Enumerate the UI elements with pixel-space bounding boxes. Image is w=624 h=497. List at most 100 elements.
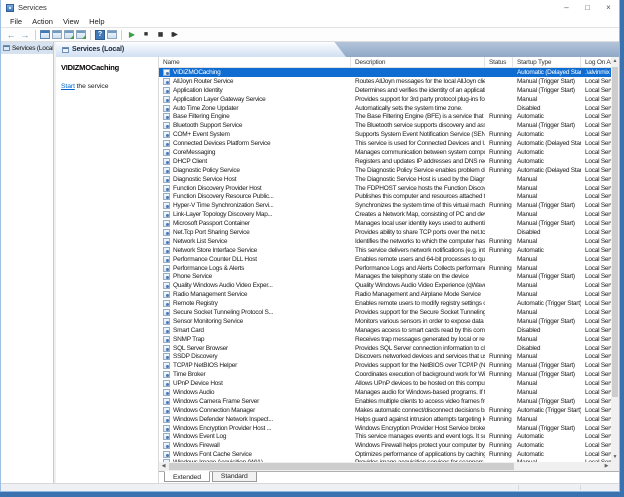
help-button[interactable]: ? (95, 30, 105, 40)
table-row[interactable]: Microsoft Passport Container Manages loc… (159, 219, 611, 228)
table-row[interactable]: Diagnostic Service Host The Diagnostic S… (159, 175, 611, 184)
service-description: Manages local user identity keys used to… (351, 220, 485, 227)
console-tree-pane: Services (Local) (1, 42, 54, 483)
service-gear-icon (163, 442, 170, 449)
service-name: Remote Registry (173, 300, 218, 307)
menu-help[interactable]: Help (84, 17, 109, 26)
extended-view-button[interactable] (107, 30, 117, 39)
menu-view[interactable]: View (58, 17, 84, 26)
column-header-name[interactable]: Name (159, 57, 351, 68)
back-button[interactable]: ← (5, 29, 17, 41)
show-console-tree-button[interactable] (40, 30, 50, 39)
table-row[interactable]: Windows Camera Frame Server Enables mult… (159, 397, 611, 406)
table-row[interactable]: Hyper-V Time Synchronization Servi... Sy… (159, 201, 611, 210)
scroll-left-arrow[interactable]: ◀ (159, 462, 168, 471)
scroll-up-arrow[interactable]: ▲ (611, 57, 619, 66)
table-row[interactable]: Windows Event Log This service manages e… (159, 433, 611, 442)
table-row[interactable]: Windows Font Cache Service Optimizes per… (159, 450, 611, 459)
table-row[interactable]: Diagnostic Policy Service The Diagnostic… (159, 166, 611, 175)
horizontal-scroll-thumb[interactable] (169, 463, 514, 470)
start-service-button[interactable]: ▶ (126, 29, 138, 41)
service-log-on-as: Local Service (581, 398, 611, 405)
table-row[interactable]: Network Store Interface Service This ser… (159, 246, 611, 255)
window-title: Services (18, 3, 47, 12)
vertical-scroll-thumb[interactable] (612, 67, 618, 397)
table-row[interactable]: AllJoyn Router Service Routes AllJoyn me… (159, 77, 611, 86)
table-row[interactable]: Radio Management Service Radio Managemen… (159, 290, 611, 299)
service-status: Running (485, 433, 513, 440)
horizontal-scrollbar[interactable]: ◀ ▶ (159, 462, 611, 471)
table-row[interactable]: Function Discovery Provider Host The FDP… (159, 184, 611, 193)
forward-button[interactable]: → (19, 29, 31, 41)
properties-button[interactable] (52, 30, 62, 39)
tab-extended[interactable]: Extended (164, 471, 210, 482)
table-row[interactable]: Function Discovery Resource Public... Pu… (159, 192, 611, 201)
table-row[interactable]: Link-Layer Topology Discovery Map... Cre… (159, 210, 611, 219)
restart-service-button[interactable]: ▮▶ (168, 29, 180, 41)
table-row[interactable]: Auto Time Zone Updater Automatically set… (159, 104, 611, 113)
table-row[interactable]: Quality Windows Audio Video Exper... Qua… (159, 281, 611, 290)
stop-service-button[interactable]: ■ (140, 29, 152, 41)
table-row[interactable]: Net.Tcp Port Sharing Service Provides ab… (159, 228, 611, 237)
table-row[interactable]: VIDIZMOCaching Automatic (Delayed Start)… (159, 68, 611, 77)
service-description: This service is used for Connected Devic… (351, 140, 485, 147)
column-header-status[interactable]: Status (485, 57, 513, 68)
column-header-startup-type[interactable]: Startup Type (513, 57, 581, 68)
service-gear-icon (163, 273, 170, 280)
start-service-link[interactable]: Start (61, 83, 75, 90)
table-row[interactable]: SNMP Trap Receives trap messages generat… (159, 335, 611, 344)
service-log-on-as: Local Service (581, 105, 611, 112)
table-row[interactable]: Performance Counter DLL Host Enables rem… (159, 255, 611, 264)
table-row[interactable]: Windows Encryption Provider Host ... Win… (159, 424, 611, 433)
service-gear-icon (163, 193, 170, 200)
table-row[interactable]: Windows Audio Manages audio for Windows-… (159, 388, 611, 397)
table-row[interactable]: Windows Firewall Windows Firewall helps … (159, 441, 611, 450)
table-row[interactable]: Connected Devices Platform Service This … (159, 139, 611, 148)
refresh-button[interactable] (64, 30, 74, 39)
scroll-down-arrow[interactable]: ▼ (611, 453, 619, 462)
table-row[interactable]: Performance Logs & Alerts Performance Lo… (159, 264, 611, 273)
export-list-button[interactable] (76, 30, 86, 39)
table-row[interactable]: Application Identity Determines and veri… (159, 86, 611, 95)
column-header-log-on-as[interactable]: Log On As (581, 57, 615, 68)
table-row[interactable]: Windows Connection Manager Makes automat… (159, 406, 611, 415)
maximize-button[interactable]: □ (577, 0, 598, 15)
table-row[interactable]: Base Filtering Engine The Base Filtering… (159, 112, 611, 121)
service-startup-type: Automatic (513, 247, 581, 254)
table-row[interactable]: Sensor Monitoring Service Monitors vario… (159, 317, 611, 326)
table-row[interactable]: Phone Service Manages the telephony stat… (159, 272, 611, 281)
table-row[interactable]: CoreMessaging Manages communication betw… (159, 148, 611, 157)
menu-action[interactable]: Action (27, 17, 58, 26)
menu-file[interactable]: File (5, 17, 27, 26)
table-row[interactable]: Secure Socket Tunneling Protocol S... Pr… (159, 308, 611, 317)
table-row[interactable]: TCP/IP NetBIOS Helper Provides support f… (159, 361, 611, 370)
table-row[interactable]: Smart Card Manages access to smart cards… (159, 326, 611, 335)
service-status: Running (485, 113, 513, 120)
title-bar[interactable]: Services – □ × (1, 0, 619, 15)
pause-service-button[interactable]: ▮▮ (154, 29, 166, 41)
column-header-description[interactable]: Description (351, 57, 485, 68)
tree-item-services-local[interactable]: Services (Local) (1, 42, 53, 54)
service-status: Running (485, 353, 513, 360)
table-row[interactable]: Time Broker Coordinates execution of bac… (159, 370, 611, 379)
table-row[interactable]: Remote Registry Enables remote users to … (159, 299, 611, 308)
scroll-right-arrow[interactable]: ▶ (602, 462, 611, 471)
table-row[interactable]: DHCP Client Registers and updates IP add… (159, 157, 611, 166)
vertical-scrollbar[interactable]: ▲ ▼ (611, 57, 619, 462)
service-startup-type: Automatic (Trigger Start) (513, 300, 581, 307)
table-row[interactable]: COM+ Event System Supports System Event … (159, 130, 611, 139)
table-row[interactable]: SSDP Discovery Discovers networked devic… (159, 353, 611, 362)
table-row[interactable]: UPnP Device Host Allows UPnP devices to … (159, 379, 611, 388)
table-row[interactable]: Bluetooth Support Service The Bluetooth … (159, 121, 611, 130)
table-row[interactable]: SQL Server Browser Provides SQL Server c… (159, 344, 611, 353)
table-row[interactable]: Network List Service Identifies the netw… (159, 237, 611, 246)
minimize-button[interactable]: – (556, 0, 577, 15)
service-description: Optimizes performance of applications by… (351, 451, 485, 458)
service-name: Base Filtering Engine (173, 113, 230, 120)
table-row[interactable]: Application Layer Gateway Service Provid… (159, 95, 611, 104)
service-description: Windows Firewall helps protect your comp… (351, 442, 485, 449)
tab-standard[interactable]: Standard (212, 472, 257, 482)
service-name: DHCP Client (173, 158, 207, 165)
close-button[interactable]: × (598, 0, 619, 15)
table-row[interactable]: Windows Defender Network Inspect... Help… (159, 415, 611, 424)
